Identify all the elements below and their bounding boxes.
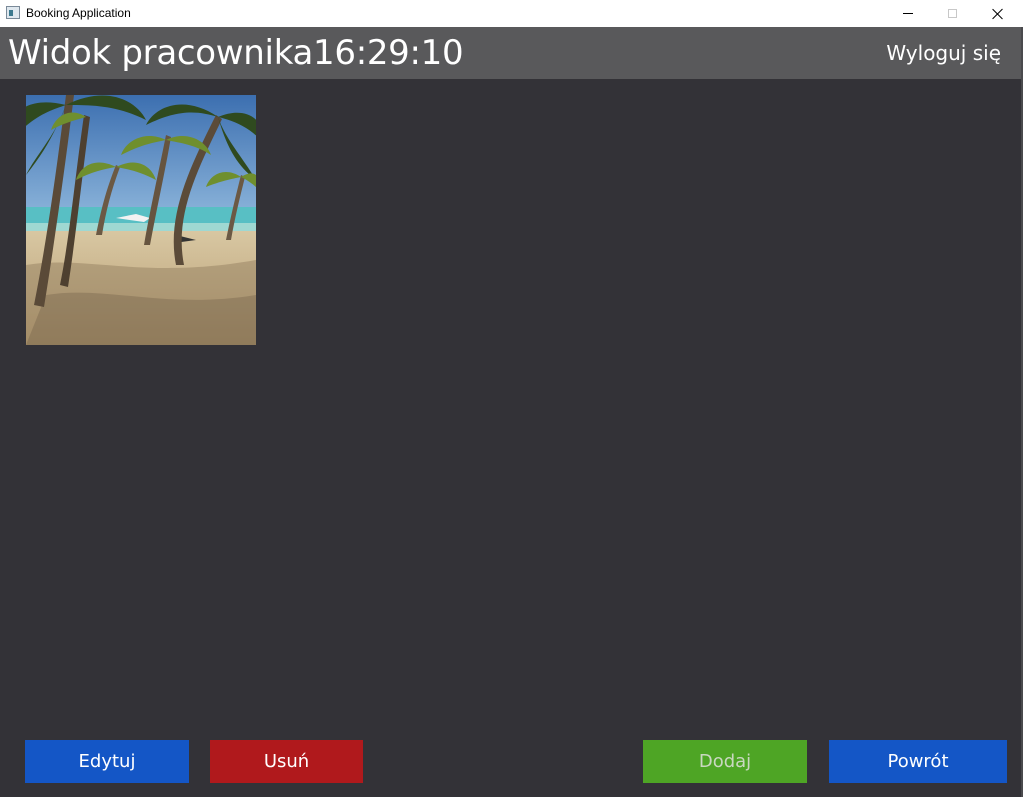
window-titlebar: Booking Application [0,0,1023,27]
app-icon [6,6,20,19]
minimize-button[interactable] [885,0,931,27]
close-icon [992,8,1004,20]
close-button[interactable] [975,0,1021,27]
app-header: Widok pracownika16:29:10 Wyloguj się [0,27,1023,79]
page-title: Widok pracownika16:29:10 [8,31,464,75]
beach-photo [26,95,256,345]
logout-button[interactable]: Wyloguj się [886,40,1001,66]
add-button[interactable]: Dodaj [643,740,807,783]
photo-thumbnail[interactable] [26,95,256,345]
maximize-icon [947,9,957,18]
clock: 16:29:10 [313,33,464,73]
minimize-icon [903,13,913,14]
window-title: Booking Application [26,6,131,20]
edit-button[interactable]: Edytuj [25,740,189,783]
view-title: Widok pracownika [8,33,314,73]
delete-button[interactable]: Usuń [210,740,363,783]
maximize-button[interactable] [929,0,975,27]
back-button[interactable]: Powrót [829,740,1007,783]
